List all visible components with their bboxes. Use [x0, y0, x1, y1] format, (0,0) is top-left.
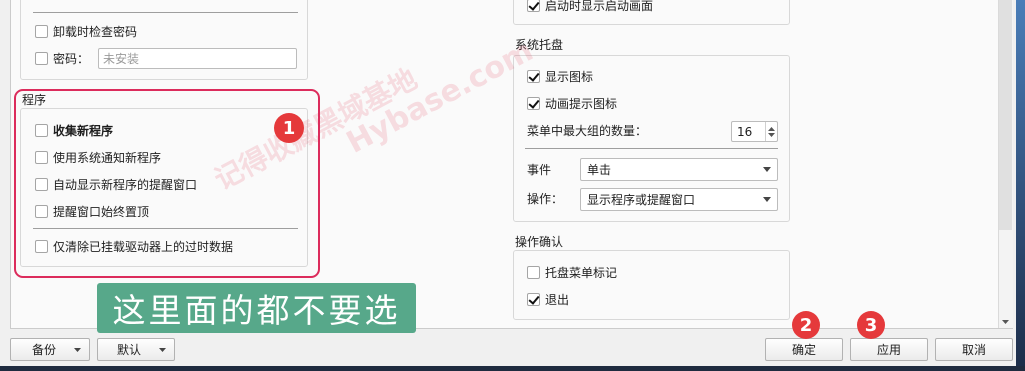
chevron-down-icon — [159, 347, 166, 352]
step-badge-3: 3 — [857, 311, 885, 339]
apply-button-label: 应用 — [876, 343, 901, 357]
arrow-down-icon[interactable] — [768, 132, 775, 137]
action-select-value: 显示程序或提醒窗口 — [587, 193, 696, 207]
annotation-note: 这里面的都不要选 — [97, 283, 416, 333]
password-label: 密码： — [53, 51, 90, 66]
show-splash-checkbox[interactable] — [527, 0, 540, 12]
separator — [525, 148, 778, 149]
uninstall-password-checkbox[interactable] — [35, 24, 48, 38]
scrollbar-thumb[interactable] — [999, 0, 1012, 230]
password-input[interactable] — [98, 48, 297, 69]
max-groups-label: 菜单中最大组的数量： — [527, 124, 648, 138]
cancel-button-label: 取消 — [961, 343, 986, 357]
show-splash-label: 启动时显示启动画面 — [545, 0, 654, 13]
max-groups-spinner[interactable]: 16 — [731, 121, 778, 142]
backup-button-label: 备份 — [32, 343, 57, 357]
chevron-down-icon — [763, 167, 771, 172]
uninstall-password-option[interactable]: 卸载时检查密码 — [35, 23, 137, 39]
exit-confirm-label: 退出 — [545, 292, 570, 307]
cancel-button[interactable]: 取消 — [935, 338, 1013, 361]
event-label: 事件 — [527, 163, 552, 177]
tray-menu-mark-checkbox[interactable] — [527, 265, 540, 279]
confirm-group — [513, 250, 790, 320]
separator — [33, 12, 298, 13]
password-checkbox[interactable] — [35, 51, 48, 65]
step-badge-1: 1 — [274, 113, 304, 143]
uninstall-password-label: 卸载时检查密码 — [53, 24, 138, 39]
action-select[interactable]: 显示程序或提醒窗口 — [580, 188, 778, 211]
animate-icon-checkbox[interactable] — [527, 96, 540, 110]
event-select[interactable]: 单击 — [580, 158, 778, 181]
max-groups-value: 16 — [737, 124, 753, 139]
animate-icon-label: 动画提示图标 — [545, 96, 618, 111]
show-icon-label: 显示图标 — [545, 69, 594, 84]
apply-button[interactable]: 应用 — [850, 338, 928, 361]
tray-menu-mark-option[interactable]: 托盘菜单标记 — [527, 264, 617, 280]
animate-icon-option[interactable]: 动画提示图标 — [527, 95, 617, 111]
arrow-up-icon[interactable] — [768, 126, 775, 131]
backup-button[interactable]: 备份 — [10, 338, 90, 361]
event-select-value: 单击 — [587, 163, 612, 177]
tray-menu-mark-label: 托盘菜单标记 — [545, 265, 618, 280]
confirm-group-title: 操作确认 — [515, 235, 564, 249]
show-splash-option[interactable]: 启动时显示启动画面 — [527, 0, 653, 13]
exit-confirm-checkbox[interactable] — [527, 292, 540, 306]
step-badge-2: 2 — [792, 311, 820, 339]
show-icon-option[interactable]: 显示图标 — [527, 68, 593, 84]
tray-group-title: 系统托盘 — [515, 38, 564, 52]
desktop-background-edge — [1016, 0, 1025, 371]
highlight-box — [14, 89, 320, 278]
exit-confirm-option[interactable]: 退出 — [527, 291, 569, 307]
ok-button[interactable]: 确定 — [765, 338, 843, 361]
show-icon-checkbox[interactable] — [527, 69, 540, 83]
spinner-arrows[interactable] — [765, 122, 777, 141]
ok-button-label: 确定 — [791, 343, 816, 357]
taskbar-edge — [0, 366, 1025, 371]
password-option[interactable]: 密码： — [35, 50, 89, 66]
default-button-label: 默认 — [117, 343, 142, 357]
action-label: 操作： — [527, 192, 564, 206]
scroll-down-button[interactable] — [999, 316, 1012, 328]
arrow-down-icon — [1002, 320, 1009, 324]
chevron-down-icon — [763, 197, 771, 202]
chevron-down-icon — [74, 347, 81, 352]
default-button[interactable]: 默认 — [97, 338, 175, 361]
